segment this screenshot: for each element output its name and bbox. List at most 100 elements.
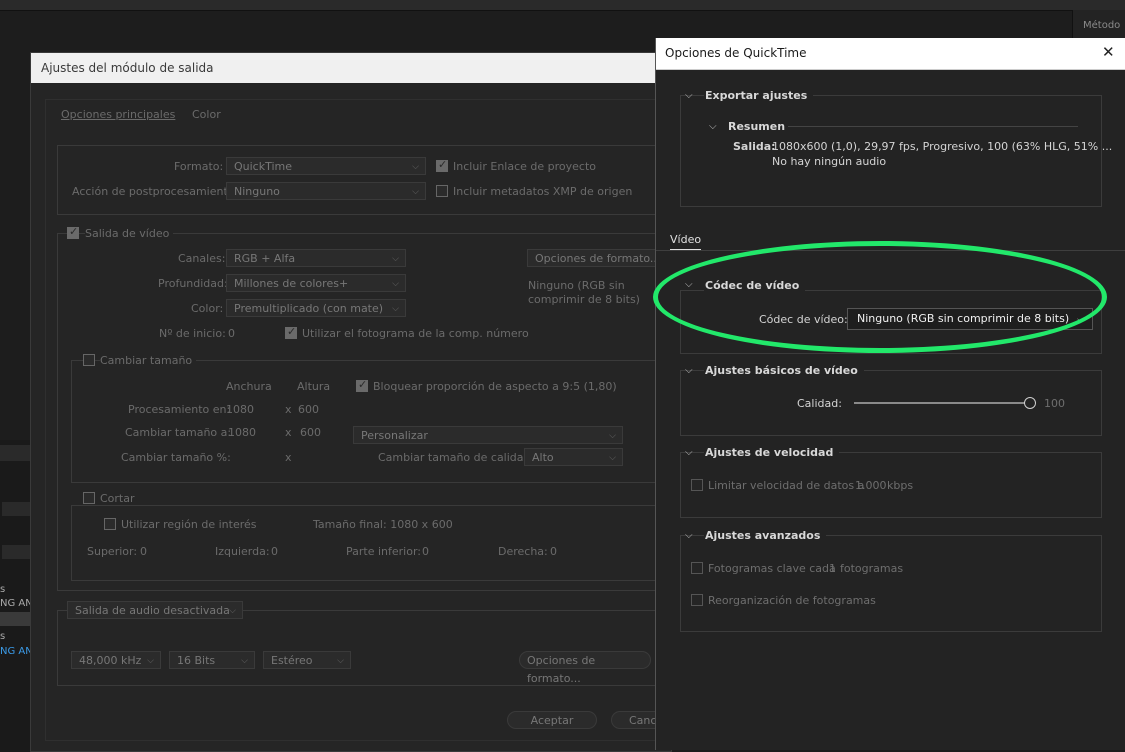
video-codec-value: Ninguno (RGB sin comprimir de 8 bits) — [857, 312, 1070, 325]
tab-video[interactable]: Vídeo — [670, 233, 702, 250]
times-sign: x — [285, 426, 292, 439]
resize-preset-select[interactable]: Personalizar ⌵ — [353, 426, 623, 444]
quality-slider-handle[interactable] — [1024, 397, 1036, 409]
resize-to-height[interactable]: 600 — [300, 426, 321, 439]
chevron-down-icon: ⌵ — [392, 304, 399, 314]
post-action-value: Ninguno — [234, 185, 280, 198]
chevron-down-icon[interactable]: ⌵ — [685, 365, 693, 376]
crop-bottom-label: Parte inferior: — [346, 545, 421, 558]
rate-unit: kbps — [887, 479, 914, 492]
left-row — [2, 545, 30, 559]
depth-select[interactable]: Millones de colores+ ⌵ — [226, 274, 406, 292]
tab-color[interactable]: Color — [192, 108, 221, 121]
format-options-button[interactable]: Opciones de formato... — [527, 249, 671, 267]
roi-checkbox[interactable] — [104, 518, 116, 530]
lock-aspect-checkbox[interactable] — [356, 378, 368, 392]
chevron-down-icon: ⌵ — [337, 656, 344, 666]
chevron-down-icon[interactable]: ⌵ — [685, 279, 693, 290]
keyframes-checkbox[interactable] — [691, 562, 703, 574]
resize-percent-label: Cambiar tamaño %: — [121, 451, 231, 464]
output-module-dialog: Ajustes del módulo de salida Opciones pr… — [30, 52, 673, 752]
chevron-down-icon: ⌵ — [392, 254, 399, 264]
height-header: Altura — [297, 380, 331, 393]
chevron-down-icon[interactable]: ⌵ — [685, 447, 693, 458]
audio-bits-select[interactable]: 16 Bits ⌵ — [169, 651, 255, 669]
crop-bottom-value[interactable]: 0 — [422, 545, 429, 558]
resize-label: Cambiar tamaño — [100, 354, 197, 367]
keyframes-value[interactable]: 1 — [829, 562, 836, 575]
include-xmp-label: Incluir metadatos XMP de origen — [453, 185, 633, 198]
start-number-value[interactable]: 0 — [228, 327, 235, 340]
format-value: QuickTime — [234, 160, 293, 173]
video-codec-select[interactable]: Ninguno (RGB sin comprimir de 8 bits) ⌵ — [847, 308, 1093, 330]
crop-right-label: Derecha: — [498, 545, 548, 558]
include-link-checkbox[interactable] — [436, 158, 448, 172]
include-xmp-checkbox[interactable] — [436, 185, 448, 197]
video-codec-heading[interactable]: Códec de vídeo — [704, 279, 806, 292]
video-output-checkbox[interactable] — [67, 225, 79, 239]
color-select[interactable]: Premultiplicado (con mate) ⌵ — [226, 299, 406, 317]
frame-reorder-checkbox[interactable] — [691, 594, 703, 606]
chevron-down-icon[interactable]: ⌵ — [709, 121, 717, 132]
video-codec-label: Códec de vídeo: — [759, 313, 848, 326]
export-settings-heading[interactable]: Exportar ajustes — [704, 89, 814, 102]
rendering-at-label: Procesamiento en: — [128, 403, 231, 416]
channels-label: Canales: — [178, 252, 226, 265]
crop-top-label: Superior: — [87, 545, 138, 558]
post-action-label: Acción de postprocesamiento: — [72, 185, 239, 198]
crop-right-value[interactable]: 0 — [550, 545, 557, 558]
crop-label: Cortar — [100, 492, 139, 505]
method-label: Método — [1083, 20, 1121, 31]
left-text: s — [0, 631, 6, 642]
crop-left-value[interactable]: 0 — [271, 545, 278, 558]
use-frame-label: Utilizar el fotograma de la comp. número — [302, 327, 529, 340]
bitrate-heading[interactable]: Ajustes de velocidad — [704, 446, 840, 459]
crop-checkbox[interactable] — [83, 492, 95, 504]
tab-bar-divider — [656, 250, 1125, 251]
chevron-down-icon: ⌵ — [229, 606, 236, 616]
post-action-select[interactable]: Ninguno ⌵ — [226, 182, 426, 200]
keyframes-label: Fotogramas clave cada — [708, 562, 836, 575]
audio-format-options-button[interactable]: Opciones de formato... — [519, 651, 651, 685]
basic-video-heading[interactable]: Ajustes básicos de vídeo — [704, 364, 864, 377]
advanced-heading[interactable]: Ajustes avanzados — [704, 529, 827, 542]
quicktime-options-dialog: Opciones de QuickTime ✕ ⌵ Exportar ajust… — [655, 38, 1125, 750]
resize-to-width[interactable]: 1080 — [228, 426, 256, 439]
rendering-height: 600 — [298, 403, 319, 416]
lock-aspect-label: Bloquear proporción de aspecto a 9:5 (1,… — [373, 380, 617, 393]
resize-quality-value: Alto — [532, 451, 554, 464]
divider — [788, 126, 1078, 127]
chevron-down-icon: ⌵ — [412, 187, 419, 197]
close-icon[interactable]: ✕ — [1102, 43, 1115, 61]
crop-top-value[interactable]: 0 — [140, 545, 147, 558]
quality-slider-track[interactable] — [854, 402, 1030, 404]
chevron-down-icon: ⌵ — [241, 656, 248, 666]
depth-label: Profundidad: — [158, 277, 228, 290]
chevron-down-icon: ⌵ — [1077, 315, 1084, 325]
limit-rate-checkbox[interactable] — [691, 479, 703, 491]
audio-rate-value: 48,000 kHz — [79, 654, 142, 667]
frame-reorder-label: Reorganización de fotogramas — [708, 594, 876, 607]
format-label: Formato: — [174, 160, 224, 173]
rate-value[interactable]: 1.000 — [855, 479, 887, 492]
summary-heading[interactable]: Resumen — [728, 120, 785, 133]
channels-select[interactable]: RGB + Alfa ⌵ — [226, 249, 406, 267]
output-label: Salida: — [733, 140, 776, 153]
format-select[interactable]: QuickTime ⌵ — [226, 157, 426, 175]
audio-output-select[interactable]: Salida de audio desactivada ⌵ — [67, 601, 243, 619]
audio-output-value: Salida de audio desactivada — [75, 604, 230, 617]
chevron-down-icon: ⌵ — [412, 162, 419, 172]
chevron-down-icon[interactable]: ⌵ — [685, 530, 693, 541]
audio-rate-select[interactable]: 48,000 kHz ⌵ — [71, 651, 161, 669]
color-value: Premultiplicado (con mate) — [234, 302, 384, 315]
use-frame-checkbox[interactable] — [285, 325, 297, 339]
resize-quality-select[interactable]: Alto ⌵ — [524, 448, 623, 466]
audio-channels-select[interactable]: Estéreo ⌵ — [263, 651, 351, 669]
chevron-down-icon: ⌵ — [147, 656, 154, 666]
chevron-down-icon[interactable]: ⌵ — [685, 90, 693, 101]
ok-button[interactable]: Aceptar — [507, 711, 597, 729]
tab-main-options[interactable]: Opciones principales — [61, 108, 175, 121]
dialog-title: Ajustes del módulo de salida — [41, 61, 214, 75]
channels-value: RGB + Alfa — [234, 252, 296, 265]
resize-checkbox[interactable] — [83, 354, 95, 366]
